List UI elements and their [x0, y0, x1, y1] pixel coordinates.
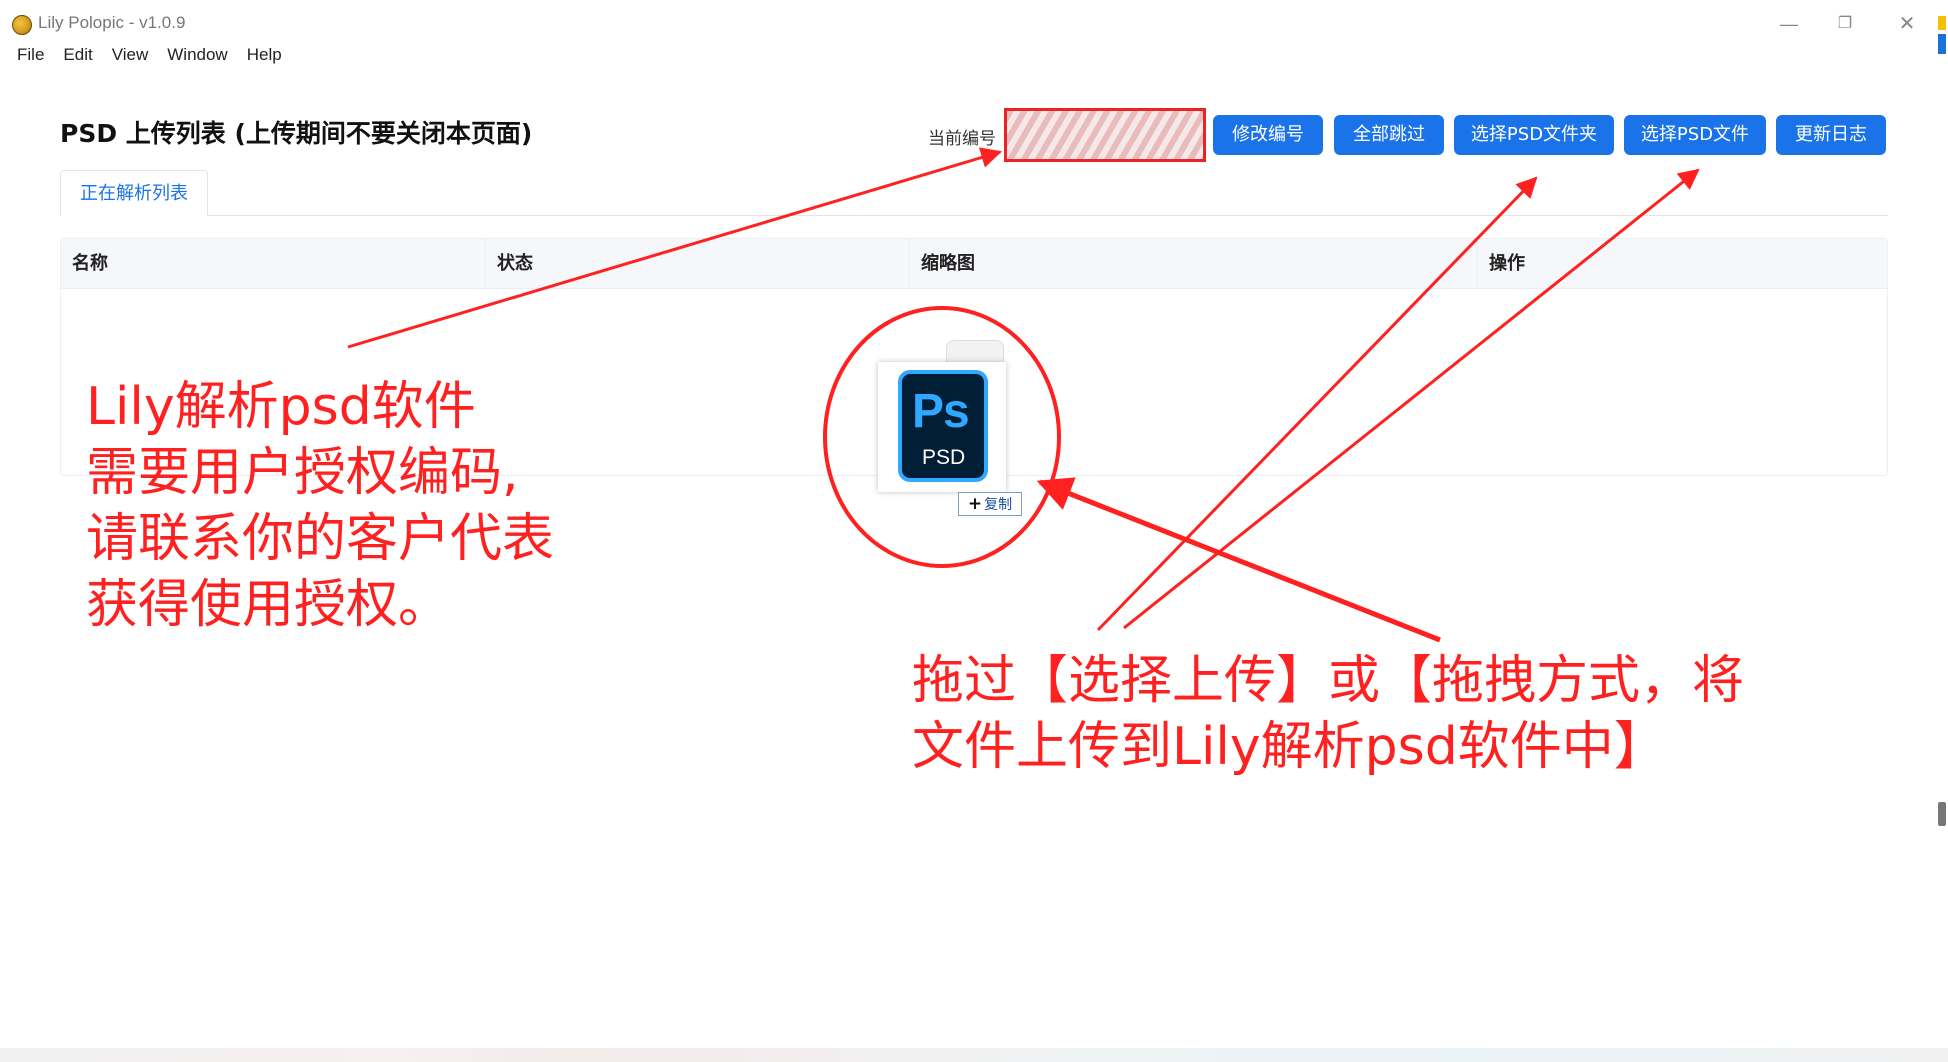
- changelog-button[interactable]: 更新日志: [1776, 115, 1886, 155]
- title-bar: Lily Polopic - v1.0.9 — ❐ ✕: [0, 0, 1948, 44]
- column-status-header: 状态: [485, 239, 909, 289]
- column-actions-header: 操作: [1477, 239, 1889, 289]
- side-accent-blue: [1938, 34, 1946, 54]
- current-code-label: 当前编号: [928, 129, 996, 148]
- tab-parsing-list[interactable]: 正在解析列表: [60, 170, 208, 216]
- psd-file-type-label: PSD: [922, 446, 966, 469]
- upload-method-note: 拖过【选择上传】或【拖拽方式，将 文件上传到Lily解析psd软件中】: [912, 651, 1745, 777]
- column-name-header: 名称: [72, 253, 108, 274]
- scrollbar-thumb[interactable]: [1938, 802, 1946, 826]
- page-title: PSD 上传列表 (上传期间不要关闭本页面): [60, 119, 533, 148]
- menu-file[interactable]: File: [17, 44, 44, 68]
- modify-code-button[interactable]: 修改编号: [1213, 115, 1323, 155]
- skip-all-button[interactable]: 全部跳过: [1334, 115, 1444, 155]
- menu-view[interactable]: View: [112, 44, 149, 68]
- current-code-field[interactable]: [1004, 108, 1206, 162]
- authorization-note: Lily解析psd软件 需要用户授权编码, 请联系你的客户代表 获得使用授权。: [86, 377, 555, 635]
- select-psd-folder-button[interactable]: 选择PSD文件夹: [1454, 115, 1614, 155]
- restore-icon[interactable]: ❐: [1830, 12, 1860, 36]
- minimize-icon[interactable]: —: [1774, 12, 1804, 36]
- plus-icon: +: [967, 494, 983, 514]
- taskbar-strip: [0, 1048, 1948, 1062]
- table-header: 名称 状态 缩略图 操作: [61, 239, 1887, 289]
- close-icon[interactable]: ✕: [1892, 12, 1922, 36]
- menu-bar: File Edit View Window Help: [17, 44, 301, 68]
- arrow-to-drop-area: [1036, 477, 1441, 643]
- menu-window[interactable]: Window: [167, 44, 227, 68]
- app-logo-icon: [12, 15, 32, 35]
- window-title: Lily Polopic - v1.0.9: [38, 13, 186, 32]
- tab-divider: [208, 215, 1888, 216]
- menu-edit[interactable]: Edit: [63, 44, 92, 68]
- column-thumbnail-header: 缩略图: [909, 239, 1477, 289]
- copy-drop-tooltip: + 复制: [958, 492, 1022, 516]
- menu-help[interactable]: Help: [247, 44, 282, 68]
- side-accent-yellow: [1938, 16, 1946, 30]
- select-psd-file-button[interactable]: 选择PSD文件: [1624, 115, 1766, 155]
- copy-label: 复制: [984, 497, 1013, 513]
- photoshop-logo-text: Ps: [912, 385, 970, 438]
